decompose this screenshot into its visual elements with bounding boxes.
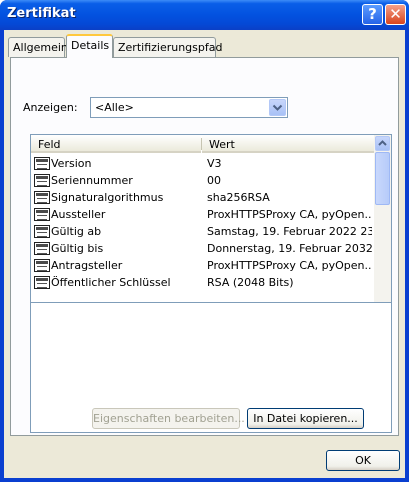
- field-value: Donnerstag, 19. Februar 2032...: [207, 242, 372, 255]
- scroll-up-button[interactable]: [375, 136, 390, 151]
- list-item[interactable]: Version V3: [31, 155, 376, 172]
- field-icon: [34, 191, 50, 204]
- field-value: 00: [207, 174, 221, 187]
- button-label: Eigenschaften bearbeiten...: [93, 412, 245, 425]
- dialog-client-area: Allgemein Details Zertifizierungspfad An…: [4, 30, 405, 478]
- tab-label: Zertifizierungspfad: [118, 41, 223, 54]
- list-item[interactable]: Gültig bis Donnerstag, 19. Februar 2032..…: [31, 240, 376, 257]
- list-item[interactable]: Antragsteller ProxHTTPSProxy CA, pyOpen..…: [31, 257, 376, 274]
- column-label: Feld: [38, 138, 61, 151]
- help-icon: ?: [368, 5, 377, 23]
- edit-properties-button[interactable]: Eigenschaften bearbeiten...: [92, 408, 245, 429]
- field-name: Version: [51, 157, 92, 170]
- window-title: Zertifikat: [7, 6, 76, 21]
- close-icon: ✕: [389, 5, 402, 23]
- field-name: Gültig ab: [51, 225, 102, 238]
- field-icon: [34, 225, 50, 238]
- list-item[interactable]: Signaturalgorithmus sha256RSA: [31, 189, 376, 206]
- field-name: Signaturalgorithmus: [51, 191, 164, 204]
- field-value: Samstag, 19. Februar 2022 23...: [207, 225, 372, 238]
- close-button[interactable]: ✕: [385, 4, 406, 25]
- column-label: Wert: [209, 138, 235, 151]
- field-value: RSA (2048 Bits): [207, 276, 294, 289]
- field-name: Gültig bis: [51, 242, 104, 255]
- scrollbar-thumb[interactable]: [375, 152, 390, 205]
- field-value: ProxHTTPSProxy CA, pyOpen...: [207, 208, 372, 221]
- tab-details[interactable]: Details: [66, 34, 113, 58]
- ok-button[interactable]: OK: [326, 450, 400, 471]
- field-icon: [34, 276, 50, 289]
- field-name: Antragsteller: [51, 259, 123, 272]
- field-icon: [34, 208, 50, 221]
- field-icon: [34, 174, 50, 187]
- tab-label: Allgemein: [13, 41, 68, 54]
- column-header-value[interactable]: Wert: [202, 135, 376, 153]
- button-label: In Datei kopieren...: [253, 412, 358, 425]
- tab-certification-path[interactable]: Zertifizierungspfad: [113, 37, 222, 57]
- button-label: OK: [355, 454, 371, 467]
- list-item[interactable]: Gültig ab Samstag, 19. Februar 2022 23...: [31, 223, 376, 240]
- field-name: Öffentlicher Schlüssel: [51, 276, 171, 289]
- list-item[interactable]: Aussteller ProxHTTPSProxy CA, pyOpen...: [31, 206, 376, 223]
- column-header-field[interactable]: Feld: [31, 135, 201, 153]
- field-icon: [34, 242, 50, 255]
- vertical-scrollbar[interactable]: [374, 135, 391, 319]
- show-selected-value: <Alle>: [95, 101, 134, 114]
- field-icon: [34, 259, 50, 272]
- dropdown-button[interactable]: [269, 99, 286, 116]
- chevron-up-icon: [378, 140, 387, 146]
- details-panel: Anzeigen: <Alle> Feld Wert Version V3 Ser…: [10, 57, 399, 436]
- show-select[interactable]: <Alle>: [90, 97, 288, 118]
- tab-label: Details: [71, 39, 110, 52]
- field-icon: [34, 157, 50, 170]
- fields-list[interactable]: Feld Wert Version V3 Seriennummer 00 Signa…: [30, 134, 392, 320]
- field-name: Seriennummer: [51, 174, 133, 187]
- field-value: V3: [207, 157, 222, 170]
- help-button[interactable]: ?: [362, 4, 383, 25]
- chevron-down-icon: [272, 104, 283, 111]
- field-value: ProxHTTPSProxy CA, pyOpen...: [207, 259, 372, 272]
- list-item[interactable]: Öffentlicher Schlüssel RSA (2048 Bits): [31, 274, 376, 291]
- certificate-dialog: Zertifikat ? ✕ Allgemein Details Zertifi…: [0, 0, 409, 482]
- copy-to-file-button[interactable]: In Datei kopieren...: [247, 408, 364, 429]
- field-name: Aussteller: [51, 208, 106, 221]
- title-bar[interactable]: Zertifikat ? ✕: [0, 0, 409, 30]
- show-label: Anzeigen:: [23, 101, 78, 114]
- list-item[interactable]: Seriennummer 00: [31, 172, 376, 189]
- tab-general[interactable]: Allgemein: [8, 37, 68, 57]
- field-value: sha256RSA: [207, 191, 270, 204]
